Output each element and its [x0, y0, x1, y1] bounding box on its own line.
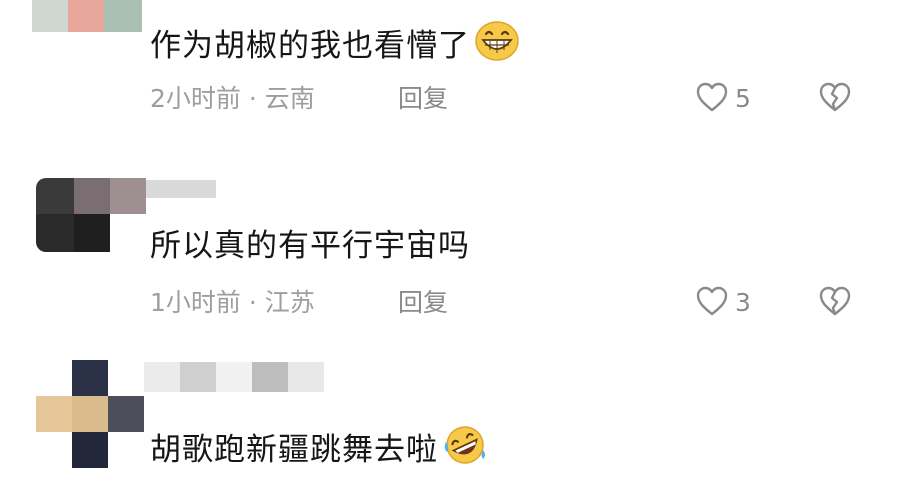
- avatar-pixel: [36, 178, 74, 214]
- comment-text: 所以真的有平行宇宙吗: [150, 226, 470, 266]
- avatar-pixel: [72, 360, 108, 396]
- avatar-pixel: [36, 360, 72, 396]
- avatar-pixel: [36, 396, 72, 432]
- avatar-pixel: [72, 432, 108, 468]
- username-redacted[interactable]: [146, 180, 216, 198]
- username-redacted[interactable]: [144, 362, 324, 392]
- avatar-pixel: [36, 214, 74, 252]
- comment-text-content: 胡歌跑新疆跳舞去啦: [150, 432, 438, 468]
- like-button[interactable]: 3: [695, 286, 751, 320]
- heart-icon: [695, 81, 729, 117]
- comment-1: 作为胡椒的我也看懵了 2小时前 · 云南 回复 5: [0, 0, 900, 160]
- avatar-pixel: [68, 0, 104, 32]
- avatar-pixel: [36, 432, 72, 468]
- avatar-pixel: [110, 178, 146, 214]
- avatar-pixel: [108, 396, 144, 432]
- username-pixel: [180, 362, 216, 392]
- comment-meta: 2小时前 · 云南: [150, 84, 315, 114]
- like-count: 5: [735, 84, 751, 113]
- like-button[interactable]: 5: [695, 82, 751, 116]
- comment-text-content: 作为胡椒的我也看懵了: [150, 28, 470, 64]
- meta-separator: ·: [240, 84, 265, 113]
- username-pixel: [216, 362, 252, 392]
- like-count: 3: [735, 288, 751, 317]
- dislike-button[interactable]: [818, 286, 852, 320]
- comment-meta: 1小时前 · 江苏: [150, 288, 315, 318]
- location: 云南: [264, 84, 315, 113]
- avatar-pixel: [108, 432, 144, 468]
- grinning-face-icon: [474, 20, 520, 72]
- timestamp: 2小时前: [150, 84, 241, 113]
- comment-2: 所以真的有平行宇宙吗 1小时前 · 江苏 回复 3: [0, 160, 900, 350]
- avatar[interactable]: [32, 0, 142, 32]
- dislike-button[interactable]: [818, 82, 852, 116]
- broken-heart-icon: [818, 81, 852, 117]
- avatar[interactable]: [36, 360, 144, 468]
- comment-text: 胡歌跑新疆跳舞去啦: [150, 424, 488, 476]
- avatar-pixel: [104, 0, 142, 32]
- avatar-pixel: [32, 0, 68, 32]
- heart-icon: [695, 285, 729, 321]
- avatar-pixel: [74, 214, 110, 252]
- timestamp: 1小时前: [150, 288, 241, 317]
- username-pixel: [288, 362, 324, 392]
- reply-button[interactable]: 回复: [398, 288, 448, 318]
- avatar-pixel: [108, 360, 144, 396]
- meta-separator: ·: [240, 288, 265, 317]
- comment-text-content: 所以真的有平行宇宙吗: [150, 228, 470, 264]
- username-pixel: [144, 362, 180, 392]
- comment-text: 作为胡椒的我也看懵了: [150, 20, 520, 72]
- broken-heart-icon: [818, 285, 852, 321]
- avatar-pixel: [74, 178, 110, 214]
- avatar[interactable]: [36, 178, 146, 252]
- avatar-pixel: [110, 214, 146, 252]
- reply-button[interactable]: 回复: [398, 84, 448, 114]
- comment-3: 胡歌跑新疆跳舞去啦: [0, 350, 900, 477]
- avatar-pixel: [72, 396, 108, 432]
- username-pixel: [252, 362, 288, 392]
- location: 江苏: [264, 288, 315, 317]
- rolling-on-floor-laughing-icon: [442, 424, 488, 476]
